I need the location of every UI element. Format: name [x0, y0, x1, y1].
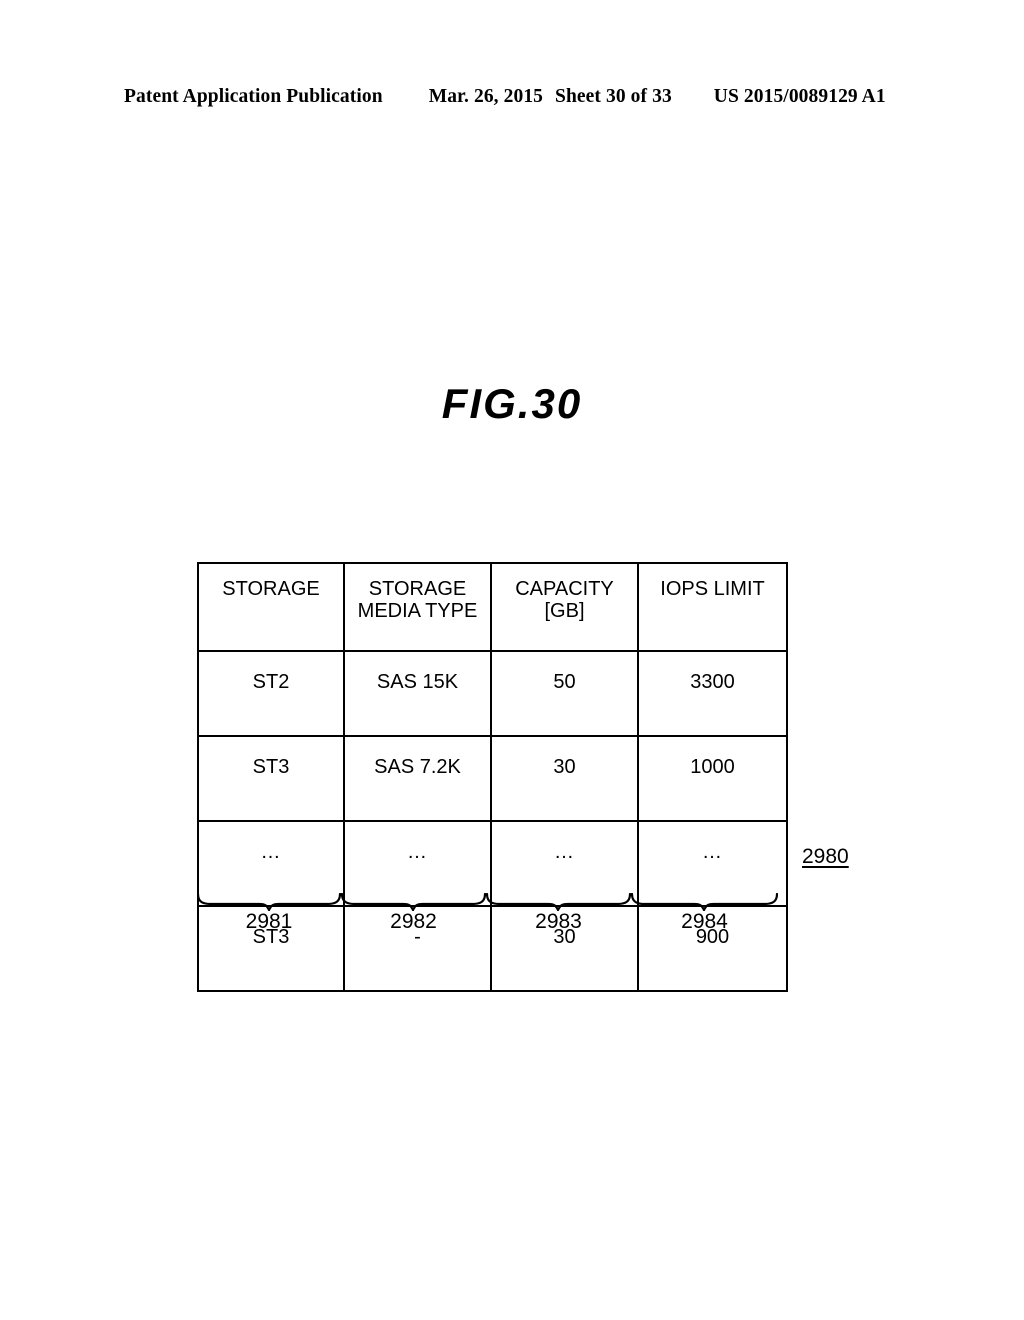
column-header-storage-line1: STORAGE [222, 578, 320, 600]
underbrace-icon [197, 893, 341, 911]
table-row: ST2 SAS 15K 50 3300 [197, 650, 788, 737]
patent-figure-page: { "header": { "publication": "Patent App… [0, 0, 1024, 1320]
figure-title: FIG.30 [441, 380, 583, 427]
column-reference-braces: 2981 2982 2983 2984 [197, 893, 778, 947]
column-header-media-type-line1: STORAGE [368, 578, 467, 600]
header-publication-label: Patent Application Publication [124, 86, 383, 107]
column-header-capacity-line1: CAPACITY [515, 578, 614, 600]
header-date-label: Mar. 26, 2015 [428, 86, 544, 107]
page-header: Patent Application Publication Mar. 26, … [124, 86, 900, 108]
cell-iops-limit: 3300 [637, 650, 788, 737]
column-header-iops-limit-line1: IOPS LIMIT [660, 578, 765, 600]
table-row: ST3 SAS 7.2K 30 1000 [197, 735, 788, 822]
underbrace-icon [631, 893, 778, 911]
brace-label-2982: 2982 [390, 910, 437, 933]
brace-label-2983: 2983 [535, 910, 582, 933]
column-header-capacity-line2: [GB] [544, 600, 585, 623]
brace-label-2984: 2984 [681, 910, 728, 933]
underbrace-icon [486, 893, 631, 911]
cell-storage: ST2 [197, 650, 345, 737]
column-header-capacity: CAPACITY [GB] [490, 562, 639, 652]
column-header-media-type-line2: MEDIA TYPE [357, 600, 478, 623]
table-header-row: STORAGE STORAGE MEDIA TYPE CAPACITY [GB]… [197, 562, 788, 652]
brace-group-2982: 2982 [341, 893, 486, 947]
underbrace-icon [341, 893, 486, 911]
header-document-number: US 2015/0089129 A1 [713, 86, 886, 107]
cell-media-type: SAS 7.2K [343, 735, 492, 822]
reference-numeral-2980: 2980 [802, 845, 849, 868]
header-sheet-label: Sheet 30 of 33 [555, 86, 672, 107]
cell-storage: ST3 [197, 735, 345, 822]
cell-media-type: SAS 15K [343, 650, 492, 737]
brace-group-2983: 2983 [486, 893, 631, 947]
brace-group-2984: 2984 [631, 893, 778, 947]
column-header-storage: STORAGE [197, 562, 345, 652]
cell-capacity: 30 [490, 735, 639, 822]
column-header-iops-limit: IOPS LIMIT [637, 562, 788, 652]
brace-label-2981: 2981 [245, 910, 293, 933]
brace-group-2981: 2981 [197, 893, 341, 947]
cell-iops-limit: 1000 [637, 735, 788, 822]
column-header-storage-media-type: STORAGE MEDIA TYPE [343, 562, 492, 652]
cell-capacity: 50 [490, 650, 639, 737]
